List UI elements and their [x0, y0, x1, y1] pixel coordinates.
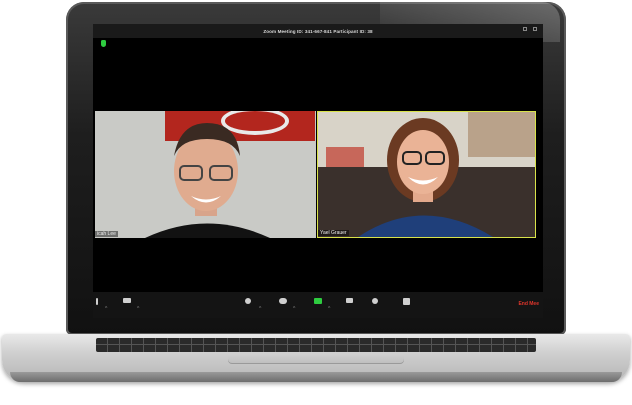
participant-video-2: [318, 112, 535, 237]
chevron-up-icon[interactable]: ^: [137, 306, 139, 312]
video-icon[interactable]: [123, 298, 131, 303]
chevron-up-icon[interactable]: ^: [328, 306, 330, 312]
participant-tile-2[interactable]: Yael Grauer: [317, 111, 536, 238]
zoom-window: Zoom Meeting ID: 341-667-841 Participant…: [93, 24, 543, 318]
title-bar: Zoom Meeting ID: 341-667-841 Participant…: [93, 24, 543, 38]
participant-name-1: icah Lee: [95, 231, 118, 237]
participant-name-2: Yael Grauer: [318, 230, 349, 236]
laptop-base-lip: [10, 372, 622, 382]
chat-icon[interactable]: [346, 298, 353, 303]
chevron-up-icon[interactable]: ^: [105, 306, 107, 312]
window-title: Zoom Meeting ID: 341-667-841 Participant…: [263, 28, 373, 34]
window-controls: [523, 27, 537, 31]
trackpad: [228, 354, 404, 364]
minimize-icon[interactable]: [523, 27, 527, 31]
participant-tile-1[interactable]: icah Lee: [95, 111, 316, 238]
share-screen-icon[interactable]: [314, 298, 322, 304]
mute-icon[interactable]: [96, 298, 98, 305]
chevron-up-icon[interactable]: ^: [259, 306, 261, 312]
chevron-up-icon[interactable]: ^: [293, 306, 295, 312]
breakout-rooms-icon[interactable]: [403, 298, 410, 305]
end-meeting-button[interactable]: End Mee: [518, 301, 539, 307]
close-icon[interactable]: [533, 27, 537, 31]
record-icon[interactable]: [372, 298, 378, 304]
meeting-toolbar: ^ ^ ^ ^ ^ End Mee: [93, 292, 543, 318]
keyboard: [96, 338, 536, 352]
participant-video-1: [95, 111, 316, 238]
manage-participants-icon[interactable]: [245, 298, 251, 304]
encryption-shield-icon[interactable]: [101, 40, 106, 47]
participants-icon[interactable]: [279, 298, 287, 304]
